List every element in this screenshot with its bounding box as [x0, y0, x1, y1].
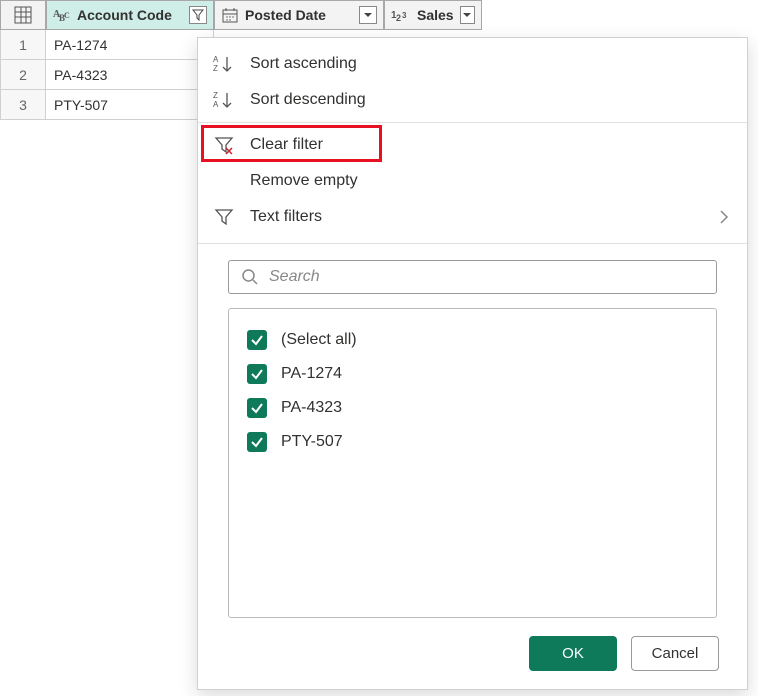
clear-filter-icon — [212, 134, 236, 156]
sort-asc-icon: AZ — [212, 53, 236, 75]
menu-divider — [198, 122, 747, 123]
chevron-right-icon — [719, 209, 729, 225]
search-input[interactable] — [269, 268, 704, 286]
svg-text:Z: Z — [213, 64, 218, 73]
row-number: 3 — [0, 90, 46, 120]
text-type-icon: ABC — [53, 7, 71, 23]
filter-active-button[interactable] — [189, 6, 207, 24]
check-item[interactable]: PA-4323 — [247, 391, 698, 425]
svg-text:2: 2 — [396, 13, 401, 23]
check-label: (Select all) — [281, 331, 357, 349]
menu-label: Clear filter — [250, 136, 729, 154]
ok-button[interactable]: OK — [529, 636, 617, 671]
sort-ascending-item[interactable]: AZ Sort ascending — [198, 46, 747, 82]
dialog-footer: OK Cancel — [198, 618, 747, 689]
search-container — [198, 248, 747, 308]
svg-text:3: 3 — [402, 11, 407, 20]
clear-filter-item[interactable]: Clear filter — [198, 127, 747, 163]
sort-filter-menu: AZ Sort ascending ZA Sort descending Cle… — [198, 38, 747, 239]
text-filters-item[interactable]: Text filters — [198, 199, 747, 235]
table-icon — [11, 4, 35, 26]
table-corner-cell[interactable] — [0, 0, 46, 30]
check-item[interactable]: PTY-507 — [247, 425, 698, 459]
checkbox-checked-icon[interactable] — [247, 330, 267, 350]
filter-icon — [212, 206, 236, 228]
column-header-account-code[interactable]: ABC Account Code — [46, 0, 214, 30]
check-label: PA-4323 — [281, 399, 342, 417]
sort-descending-item[interactable]: ZA Sort descending — [198, 82, 747, 118]
checkbox-checked-icon[interactable] — [247, 398, 267, 418]
check-item-select-all[interactable]: (Select all) — [247, 323, 698, 357]
checkbox-checked-icon[interactable] — [247, 432, 267, 452]
number-type-icon: 123 — [391, 7, 411, 23]
column-header-label: Account Code — [77, 7, 172, 23]
svg-text:C: C — [64, 11, 70, 20]
row-number: 1 — [0, 30, 46, 60]
menu-label: Sort descending — [250, 91, 729, 109]
column-header-label: Posted Date — [245, 7, 326, 23]
menu-divider — [198, 243, 747, 244]
filter-values-list[interactable]: (Select all) PA-1274 PA-4323 PTY-507 — [228, 308, 717, 618]
table-header-row: ABC Account Code Posted Date 123 Sales — [0, 0, 758, 30]
menu-label: Sort ascending — [250, 55, 729, 73]
svg-text:Z: Z — [213, 91, 218, 100]
dropdown-button[interactable] — [359, 6, 377, 24]
dropdown-button[interactable] — [460, 6, 475, 24]
column-header-label: Sales — [417, 7, 454, 23]
row-number: 2 — [0, 60, 46, 90]
checkbox-checked-icon[interactable] — [247, 364, 267, 384]
cell-account-code[interactable]: PA-1274 — [46, 30, 214, 60]
remove-empty-item[interactable]: Remove empty — [198, 163, 747, 199]
svg-text:A: A — [213, 55, 219, 64]
cell-account-code[interactable]: PA-4323 — [46, 60, 214, 90]
menu-label: Text filters — [250, 208, 705, 226]
check-label: PTY-507 — [281, 433, 343, 451]
sort-desc-icon: ZA — [212, 89, 236, 111]
column-header-sales[interactable]: 123 Sales — [384, 0, 482, 30]
svg-text:A: A — [213, 100, 219, 109]
menu-label: Remove empty — [250, 172, 729, 190]
cancel-button[interactable]: Cancel — [631, 636, 719, 671]
date-type-icon — [221, 7, 239, 23]
column-header-posted-date[interactable]: Posted Date — [214, 0, 384, 30]
placeholder-icon — [212, 170, 236, 192]
check-label: PA-1274 — [281, 365, 342, 383]
filter-menu-popup: AZ Sort ascending ZA Sort descending Cle… — [197, 37, 748, 690]
check-item[interactable]: PA-1274 — [247, 357, 698, 391]
search-icon — [241, 268, 259, 286]
cell-account-code[interactable]: PTY-507 — [46, 90, 214, 120]
search-box[interactable] — [228, 260, 717, 294]
